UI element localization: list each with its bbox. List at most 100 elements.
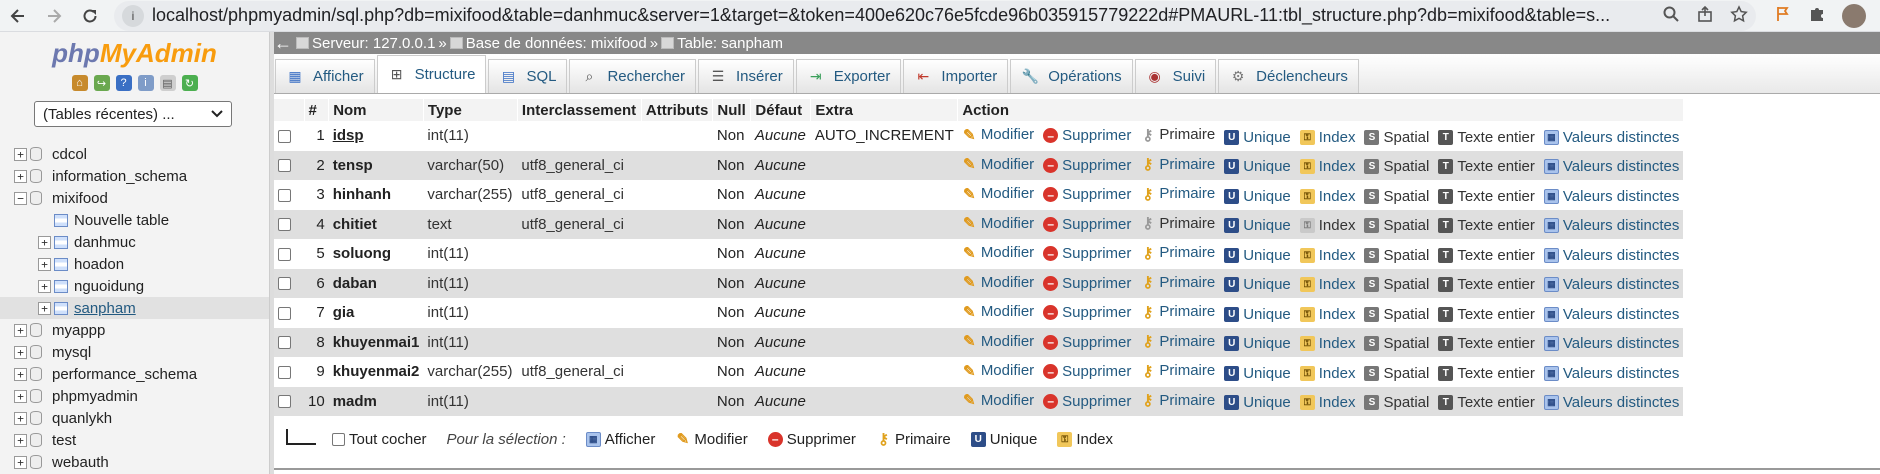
primary-link[interactable]: ⚷ Primaire <box>1140 392 1215 410</box>
spatial-link[interactable]: S Spatial <box>1364 217 1429 234</box>
tree-label[interactable]: phpmyadmin <box>52 388 138 405</box>
modify-link[interactable]: ✎ Modifier <box>962 274 1034 292</box>
tree-label[interactable]: mysql <box>52 344 91 361</box>
check-all-checkbox[interactable] <box>332 432 345 446</box>
collapse-icon[interactable]: − <box>14 191 27 205</box>
row-checkbox[interactable] <box>278 188 291 202</box>
spatial-link[interactable]: S Spatial <box>1364 306 1429 323</box>
unique-link[interactable]: U Unique <box>1224 247 1291 264</box>
reload-navigation-icon[interactable]: ↻ <box>181 75 198 91</box>
reload-icon[interactable] <box>72 0 108 32</box>
delete-link[interactable]: – Supprimer <box>1043 245 1131 262</box>
tree-label[interactable]: hoadon <box>74 256 124 273</box>
index-link[interactable]: ⚿ Index <box>1299 247 1355 264</box>
unique-link[interactable]: U Unique <box>1224 276 1291 293</box>
tree-db-cdcol[interactable]: + cdcol <box>0 143 269 165</box>
delete-link[interactable]: – Supprimer <box>1043 304 1131 321</box>
fulltext-link[interactable]: T Texte entier <box>1438 335 1535 352</box>
primary-link[interactable]: ⚷ Primaire <box>1140 274 1215 292</box>
row-checkbox[interactable] <box>278 336 291 350</box>
tree-table-nguoidung[interactable]: + nguoidung <box>0 275 269 297</box>
expand-icon[interactable]: + <box>14 147 27 161</box>
fulltext-link[interactable]: T Texte entier <box>1438 394 1535 411</box>
row-checkbox[interactable] <box>278 218 291 232</box>
primary-link[interactable]: ⚷ Primaire <box>1140 362 1215 380</box>
distinct-values-link[interactable]: ▦ Valeurs distinctes <box>1543 158 1679 175</box>
bulk-index-button[interactable]: ⚿ Index <box>1057 431 1113 448</box>
url-text[interactable]: localhost/phpmyadmin/sql.php?db=mixifood… <box>152 5 1652 26</box>
address-bar[interactable]: i localhost/phpmyadmin/sql.php?db=mixifo… <box>114 0 1756 31</box>
header-extra[interactable]: Extra <box>810 99 959 121</box>
forward-icon[interactable] <box>36 0 72 32</box>
bookmark-star-icon[interactable] <box>1730 4 1748 27</box>
modify-link[interactable]: ✎ Modifier <box>962 362 1034 380</box>
modify-link[interactable]: ✎ Modifier <box>962 156 1034 174</box>
header-num[interactable]: # <box>304 99 330 121</box>
delete-link[interactable]: – Supprimer <box>1043 363 1131 380</box>
logout-icon[interactable]: ↪ <box>93 75 110 91</box>
tree-label[interactable]: nguoidung <box>74 278 144 295</box>
unique-link[interactable]: U Unique <box>1224 335 1291 352</box>
row-checkbox[interactable] <box>278 159 291 173</box>
tree-table-danhmuc[interactable]: + danhmuc <box>0 231 269 253</box>
row-checkbox[interactable] <box>278 277 291 291</box>
expand-icon[interactable]: + <box>14 367 27 381</box>
header-default[interactable]: Défaut <box>750 99 812 121</box>
delete-link[interactable]: – Supprimer <box>1043 157 1131 174</box>
tree-db-myappp[interactable]: + myappp <box>0 319 269 341</box>
index-link[interactable]: ⚿ Index <box>1299 158 1355 175</box>
tree-label[interactable]: performance_schema <box>52 366 197 383</box>
modify-link[interactable]: ✎ Modifier <box>962 333 1034 351</box>
primary-link[interactable]: ⚷ Primaire <box>1140 156 1215 174</box>
tree-new-table[interactable]: Nouvelle table <box>0 209 269 231</box>
share-icon[interactable] <box>1696 5 1714 27</box>
tree-db-mixifood[interactable]: − mixifood <box>0 187 269 209</box>
distinct-values-link[interactable]: ▦ Valeurs distinctes <box>1543 276 1679 293</box>
help-icon[interactable]: ? <box>115 75 132 91</box>
modify-link[interactable]: ✎ Modifier <box>962 244 1034 262</box>
distinct-values-link[interactable]: ▦ Valeurs distinctes <box>1543 335 1679 352</box>
spatial-link[interactable]: S Spatial <box>1364 365 1429 382</box>
spatial-link[interactable]: S Spatial <box>1364 394 1429 411</box>
tree-db-webauth[interactable]: + webauth <box>0 451 269 473</box>
breadcrumb-database[interactable]: Base de données: mixifood <box>466 35 647 52</box>
primary-link[interactable]: ⚷ Primaire <box>1140 244 1215 262</box>
bulk-browse-button[interactable]: ▦ Afficher <box>585 431 655 448</box>
tree-label[interactable]: webauth <box>52 454 109 471</box>
header-name[interactable]: Nom <box>328 99 424 121</box>
info-icon[interactable]: i <box>122 4 144 27</box>
expand-icon[interactable]: + <box>38 301 51 315</box>
expand-icon[interactable]: + <box>14 345 27 359</box>
index-link[interactable]: ⚿ Index <box>1299 188 1355 205</box>
expand-icon[interactable]: + <box>14 323 27 337</box>
modify-link[interactable]: ✎ Modifier <box>962 392 1034 410</box>
unique-link[interactable]: U Unique <box>1224 306 1291 323</box>
spatial-link[interactable]: S Spatial <box>1364 129 1429 146</box>
tab-importer[interactable]: ⇤ Importer <box>903 59 1009 93</box>
breadcrumb-server[interactable]: Serveur: 127.0.0.1 <box>312 35 435 52</box>
check-all-control[interactable]: Tout cocher <box>332 431 427 448</box>
tab-afficher[interactable]: ▦ Afficher <box>275 59 375 93</box>
row-checkbox[interactable] <box>278 129 291 143</box>
primary-link[interactable]: ⚷ Primaire <box>1140 303 1215 321</box>
row-checkbox[interactable] <box>278 247 291 261</box>
tree-label[interactable]: sanpham <box>74 300 136 317</box>
index-link[interactable]: ⚿ Index <box>1299 394 1355 411</box>
unique-link[interactable]: U Unique <box>1224 188 1291 205</box>
fulltext-link[interactable]: T Texte entier <box>1438 276 1535 293</box>
index-link[interactable]: ⚿ Index <box>1299 306 1355 323</box>
delete-link[interactable]: – Supprimer <box>1043 334 1131 351</box>
header-attributes[interactable]: Attributs <box>641 99 714 121</box>
expand-icon[interactable]: + <box>14 169 27 183</box>
tree-label[interactable]: quanlykh <box>52 410 112 427</box>
index-link[interactable]: ⚿ Index <box>1299 129 1355 146</box>
index-link[interactable]: ⚿ Index <box>1299 365 1355 382</box>
unique-link[interactable]: U Unique <box>1224 394 1291 411</box>
fulltext-link[interactable]: T Texte entier <box>1438 217 1535 234</box>
tab-operations[interactable]: 🔧 Opérations <box>1010 59 1133 93</box>
back-icon[interactable] <box>0 0 36 32</box>
zoom-icon[interactable] <box>1662 5 1680 27</box>
index-link[interactable]: ⚿ Index <box>1299 276 1355 293</box>
expand-icon[interactable]: + <box>38 279 51 293</box>
collapse-sidebar-icon[interactable]: ← <box>274 33 296 54</box>
